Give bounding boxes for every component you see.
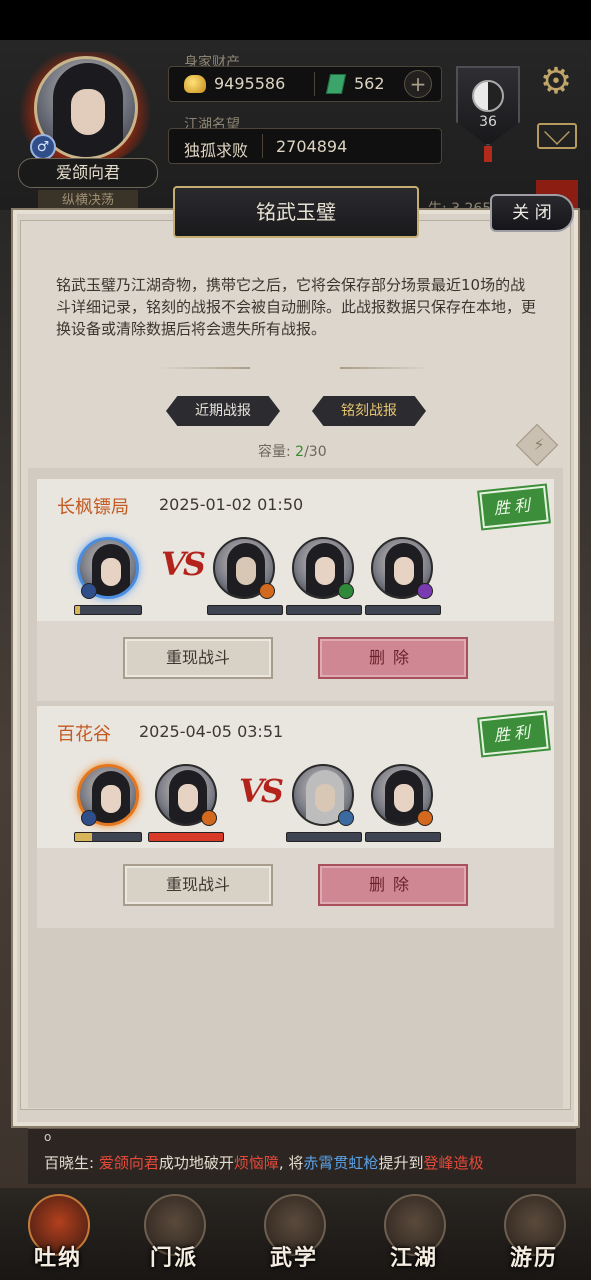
- nav-label: 门派: [149, 1245, 198, 1271]
- hp-bar: [207, 605, 283, 615]
- report-date: 2025-04-05 03:51: [139, 722, 284, 741]
- ticker-text: 成功地破开: [158, 1154, 234, 1172]
- modal-title: 铭武玉璧: [173, 186, 419, 238]
- sect-icon: [417, 583, 433, 599]
- hero-face: [315, 557, 335, 585]
- ticker-realm: 登峰造极: [423, 1154, 484, 1172]
- vs-label: VS: [161, 545, 206, 583]
- hero-face: [101, 785, 121, 813]
- ticker-player: 爱颌向君: [98, 1154, 159, 1172]
- hp-bar: [286, 832, 362, 842]
- sect-icon: [81, 810, 97, 826]
- sect-icon: [259, 583, 275, 599]
- capacity-current: 2: [295, 444, 305, 460]
- report-card-actions: [37, 621, 554, 701]
- player-name[interactable]: 爱颌向君: [18, 158, 158, 188]
- divider: [262, 134, 263, 158]
- hero-face: [236, 557, 256, 585]
- win-stamp: 胜利: [479, 485, 549, 529]
- sect-icon: [417, 810, 433, 826]
- nav-label: 游历: [509, 1245, 558, 1271]
- fame-title: 独孤求败: [184, 141, 249, 160]
- replay-battle-button[interactable]: 重现战斗: [123, 864, 273, 906]
- taiji-icon: [472, 80, 504, 112]
- news-ticker: 百晓生: 爱颌向君成功地破开烦恼障, 将赤霄贯虹枪提升到登峰造极: [44, 1152, 584, 1173]
- win-stamp: 胜利: [479, 712, 549, 756]
- nav-travel[interactable]: 游历: [484, 1188, 584, 1280]
- delete-report-button[interactable]: 删除: [318, 864, 468, 906]
- nav-jianghu[interactable]: 江湖: [364, 1188, 464, 1280]
- opponent-name: 百花谷: [57, 724, 111, 745]
- sect-icon: [338, 810, 354, 826]
- jade-value: 562: [354, 74, 385, 93]
- delete-report-button[interactable]: 删除: [318, 637, 468, 679]
- capacity-max: /30: [304, 444, 327, 460]
- ticker-skill: 赤霄贯虹枪: [303, 1154, 379, 1172]
- nav-tuna[interactable]: 吐纳: [8, 1188, 108, 1280]
- nav-label: 吐纳: [33, 1245, 82, 1271]
- hero-face: [315, 784, 335, 812]
- report-card: 长枫镖局 2025-01-02 01:50 胜利 VS 重现战斗 删除: [37, 479, 554, 701]
- hp-bar: [148, 832, 224, 842]
- close-button[interactable]: 关 闭: [490, 194, 574, 232]
- ticker-text: , 将: [278, 1154, 304, 1172]
- divider-ornament: [160, 367, 250, 369]
- gear-icon[interactable]: ⚙: [536, 62, 576, 102]
- ticker-bullet: o: [44, 1130, 52, 1144]
- wealth-box: [168, 66, 442, 102]
- add-currency-button[interactable]: +: [404, 70, 432, 98]
- sect-icon: [338, 583, 354, 599]
- opponent-name: 长枫镖局: [57, 497, 129, 518]
- coin-value: 9495586: [214, 74, 286, 93]
- share-icon: ⚡: [533, 435, 545, 454]
- nav-martial-arts[interactable]: 武学: [244, 1188, 344, 1280]
- sect-icon: [81, 583, 97, 599]
- capacity-readout: 容量: 2/30: [258, 441, 327, 461]
- hero-face: [394, 784, 414, 812]
- tab-engraved-reports[interactable]: 铭刻战报: [312, 396, 426, 426]
- hp-bar: [286, 605, 362, 615]
- tassel-icon: [484, 146, 492, 162]
- tab-recent-reports[interactable]: 近期战报: [166, 396, 280, 426]
- hp-fill: [75, 833, 92, 841]
- hp-fill: [149, 833, 223, 841]
- divider-ornament: [340, 367, 430, 369]
- hp-bar: [74, 605, 142, 615]
- hero-face: [101, 558, 121, 586]
- ticker-text: 提升到: [378, 1154, 424, 1172]
- replay-battle-button[interactable]: 重现战斗: [123, 637, 273, 679]
- ticker-prefix: 百晓生:: [44, 1154, 99, 1172]
- level-number: 36: [479, 114, 497, 130]
- vs-label: VS: [239, 772, 284, 810]
- male-icon: ♂: [30, 134, 56, 160]
- hp-bar: [365, 832, 441, 842]
- hp-fill: [75, 606, 81, 614]
- hero-face: [178, 784, 198, 812]
- report-card-actions: [37, 848, 554, 928]
- status-bar: [0, 0, 591, 40]
- sect-icon: [201, 810, 217, 826]
- mail-icon[interactable]: [537, 123, 577, 149]
- hero-face: [394, 557, 414, 585]
- nav-label: 武学: [269, 1245, 318, 1271]
- hp-bar: [365, 605, 441, 615]
- nav-sect[interactable]: 门派: [124, 1188, 224, 1280]
- hp-bar: [74, 832, 142, 842]
- gold-ingot-icon: [184, 75, 206, 93]
- app-root: ♂ 爱颌向君 纵横决荡 身家财产 9495586 562 + 江湖名望 独孤求败…: [0, 0, 591, 1280]
- avatar-face: [71, 89, 105, 135]
- capacity-label: 容量:: [258, 444, 291, 460]
- fame-value: 2704894: [276, 137, 348, 156]
- ticker-obstacle: 烦恼障: [233, 1154, 279, 1172]
- divider: [314, 72, 315, 96]
- nav-label: 江湖: [389, 1245, 438, 1271]
- modal-description: 铭武玉璧乃江湖奇物，携带它之后，它将会保存部分场景最近10场的战斗详细记录，铭刻…: [56, 276, 537, 338]
- report-date: 2025-01-02 01:50: [159, 495, 304, 514]
- report-card: 百花谷 2025-04-05 03:51 胜利 VS 重现战斗 删除: [37, 706, 554, 928]
